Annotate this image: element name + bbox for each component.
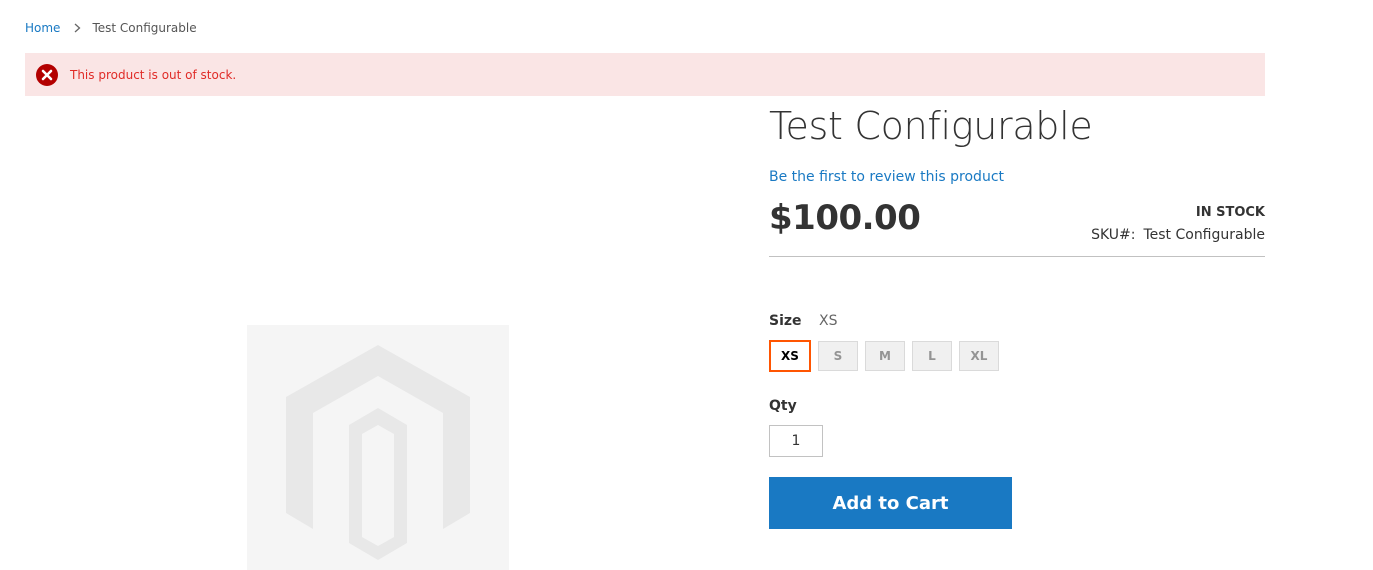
size-swatch-s[interactable]: S xyxy=(818,341,858,371)
error-message: This product is out of stock. xyxy=(25,53,1265,96)
error-x-icon xyxy=(36,63,58,86)
product-page: Home Test Configurable This product is o… xyxy=(0,0,1373,570)
add-to-cart-button[interactable]: Add to Cart xyxy=(769,477,1012,529)
size-swatch-m[interactable]: M xyxy=(865,341,905,371)
stock-status: IN STOCK xyxy=(1195,205,1265,220)
size-swatch-xs[interactable]: XS xyxy=(769,340,811,372)
product-sku: SKU#: Test Configurable xyxy=(1091,227,1265,243)
error-message-text: This product is out of stock. xyxy=(70,67,237,82)
magento-logo-placeholder-icon xyxy=(286,345,470,560)
product-price: $100.00 xyxy=(769,198,921,238)
qty-label: Qty xyxy=(769,398,797,414)
qty-input[interactable] xyxy=(769,425,823,457)
size-swatch-l[interactable]: L xyxy=(912,341,952,371)
size-attribute: Size XS xyxy=(769,313,837,329)
size-selected-value: XS xyxy=(818,313,838,329)
chevron-right-icon xyxy=(74,23,81,33)
divider xyxy=(769,256,1265,257)
product-image-placeholder[interactable] xyxy=(247,325,509,570)
breadcrumb-current: Test Configurable xyxy=(92,21,197,35)
breadcrumb-home-link[interactable]: Home xyxy=(25,20,60,36)
sku-label: SKU#: xyxy=(1091,227,1136,243)
sku-value: Test Configurable xyxy=(1143,227,1265,243)
size-label: Size xyxy=(769,313,802,329)
review-link[interactable]: Be the first to review this product xyxy=(769,169,1004,185)
size-swatch-xl[interactable]: XL xyxy=(959,341,999,371)
product-title: Test Configurable xyxy=(769,104,1093,148)
breadcrumb: Home Test Configurable xyxy=(25,20,197,36)
size-swatches: XS S M L XL xyxy=(769,340,999,372)
